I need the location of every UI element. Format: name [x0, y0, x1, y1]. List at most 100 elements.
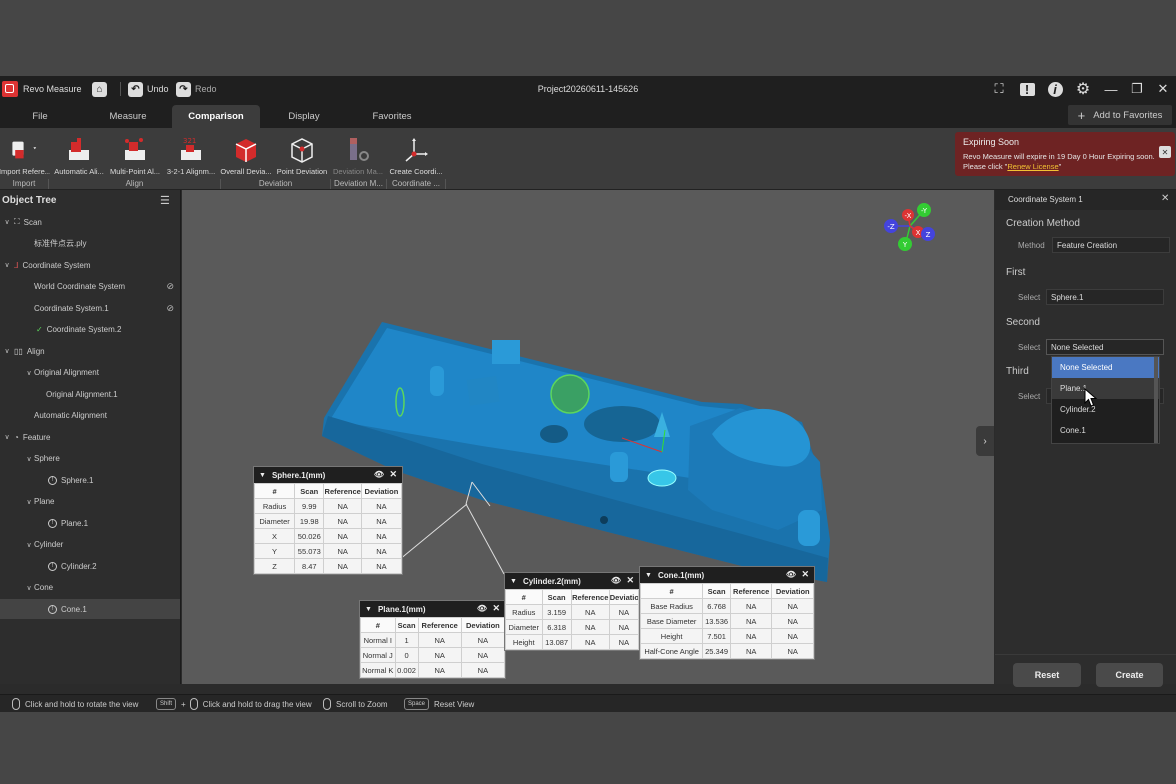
method-select[interactable]: Feature Creation: [1052, 237, 1170, 253]
close-window-button[interactable]: ✕: [1154, 80, 1172, 98]
info-button[interactable]: i: [1046, 80, 1064, 98]
eye-icon[interactable]: 👁: [477, 604, 487, 613]
tree-item[interactable]: ✓ Coordinate System.2: [0, 320, 180, 340]
close-icon[interactable]: ✕: [389, 469, 397, 480]
chevron-down-icon[interactable]: ∨: [2, 218, 12, 226]
tree-item[interactable]: Automatic Alignment: [0, 406, 180, 426]
second-select-dropdown[interactable]: None Selected Plane.1 Cylinder.2 Cone.1: [1051, 356, 1160, 444]
chevron-down-icon[interactable]: ∨: [24, 584, 34, 592]
import-reference-button[interactable]: Import Refere...: [0, 130, 50, 176]
cylinder-table[interactable]: ▼ Cylinder.2(mm) 👁 ✕ #ScanReferenceDeviation…: [504, 572, 640, 651]
tree-item[interactable]: ∨ Original Alignment: [0, 363, 180, 383]
settings-button[interactable]: ⚙: [1074, 80, 1092, 98]
screenshot-button[interactable]: ⛶: [990, 80, 1008, 98]
alignment-321-icon: 321: [177, 136, 205, 164]
point-deviation-button[interactable]: Point Deviation: [274, 130, 330, 176]
collapse-icon[interactable]: ▼: [365, 606, 372, 613]
collapse-icon[interactable]: ▼: [259, 472, 266, 479]
table-header[interactable]: ▼ Cone.1(mm) 👁 ✕: [640, 567, 814, 583]
alignment-321-button[interactable]: 321 3-2-1 Alignm...: [163, 130, 219, 176]
menu-bar: File Measure Comparison Display Favorite…: [0, 102, 1176, 128]
table-header[interactable]: ▼ Sphere.1(mm) 👁 ✕: [254, 467, 402, 483]
chevron-down-icon[interactable]: ∨: [24, 498, 34, 506]
tree-item[interactable]: ∨ ⛶ Scan: [0, 212, 180, 232]
tab-measure[interactable]: Measure: [88, 105, 168, 128]
app-name: Revo Measure: [23, 84, 82, 94]
first-select[interactable]: Sphere.1: [1046, 289, 1164, 305]
tree-item-label: Sphere: [34, 454, 60, 463]
collapse-icon[interactable]: ▼: [510, 578, 517, 585]
redo-button[interactable]: ↷ Redo: [176, 76, 217, 102]
deviation-map-button[interactable]: Deviation Ma...: [330, 130, 386, 176]
tree-item[interactable]: ∨ Sphere: [0, 449, 180, 469]
eye-icon[interactable]: 👁: [786, 570, 796, 579]
sphere-table[interactable]: ▼ Sphere.1(mm) 👁 ✕ # Scan Reference Deviation Ra…: [253, 466, 403, 575]
tree-item[interactable]: ∨ Cylinder: [0, 535, 180, 555]
sphere-feature[interactable]: [550, 374, 590, 414]
close-panel-button[interactable]: ✕: [1161, 193, 1169, 204]
tree-item[interactable]: Coordinate System.1 ⊘: [0, 298, 180, 318]
close-icon[interactable]: ✕: [626, 575, 634, 586]
feedback-button[interactable]: !: [1018, 80, 1036, 98]
tree-item[interactable]: ! Sphere.1: [0, 470, 180, 490]
tree-item[interactable]: ∨ Plane: [0, 492, 180, 512]
dropdown-option-plane[interactable]: Plane.1: [1052, 378, 1159, 399]
create-button[interactable]: Create: [1096, 663, 1163, 687]
chevron-down-icon[interactable]: ∨: [24, 369, 34, 377]
dropdown-option-cone[interactable]: Cone.1: [1052, 420, 1159, 441]
dropdown-option-cylinder[interactable]: Cylinder.2: [1052, 399, 1159, 420]
overall-deviation-button[interactable]: Overall Devia...: [219, 130, 273, 176]
create-coordinate-button[interactable]: Create Coordi...: [388, 130, 444, 176]
add-to-favorites-button[interactable]: + Add to Favorites: [1068, 105, 1172, 125]
minimize-button[interactable]: —: [1102, 80, 1120, 98]
automatic-alignment-button[interactable]: Automatic Ali...: [51, 130, 107, 176]
axis-gizmo[interactable]: -Y -X -Z X Z Y: [878, 198, 942, 254]
chevron-down-icon[interactable]: ∨: [2, 347, 12, 355]
eye-icon[interactable]: 👁: [374, 470, 384, 479]
tree-item[interactable]: World Coordinate System ⊘: [0, 277, 180, 297]
eye-icon[interactable]: 👁: [611, 576, 621, 585]
tree-item[interactable]: Original Alignment.1: [0, 384, 180, 404]
close-icon[interactable]: ✕: [492, 603, 500, 614]
home-button[interactable]: ⌂: [92, 76, 111, 102]
close-icon[interactable]: ✕: [801, 569, 809, 580]
tree-item[interactable]: ∨ ⅃ Coordinate System: [0, 255, 180, 275]
visibility-hidden-icon[interactable]: ⊘: [166, 303, 174, 314]
renew-license-link[interactable]: Renew License: [1007, 162, 1058, 171]
collapse-icon[interactable]: ▼: [645, 572, 652, 579]
tree-item[interactable]: 标准件点云.ply: [0, 234, 180, 254]
tree-item[interactable]: ∨ ▯▯ Align: [0, 341, 180, 361]
tree-item[interactable]: ! Cylinder.2: [0, 556, 180, 576]
dropdown-scrollbar[interactable]: [1154, 357, 1158, 443]
undo-button[interactable]: ↶ Undo: [128, 76, 169, 102]
tab-display[interactable]: Display: [264, 105, 344, 128]
close-notice-button[interactable]: ✕: [1159, 146, 1171, 158]
tab-comparison[interactable]: Comparison: [172, 105, 260, 128]
panel-toggle-button[interactable]: ›: [976, 426, 994, 456]
tab-favorites[interactable]: Favorites: [352, 105, 432, 128]
cone-table[interactable]: ▼ Cone.1(mm) 👁 ✕ # Scan Reference Deviation Base…: [639, 566, 815, 660]
chevron-down-icon[interactable]: ∨: [2, 261, 12, 269]
reset-button[interactable]: Reset: [1013, 663, 1081, 687]
plane-table[interactable]: ▼ Plane.1(mm) 👁 ✕ # Scan Reference Deviation Nor…: [359, 600, 506, 679]
multi-point-alignment-button[interactable]: Multi-Point Al...: [107, 130, 163, 176]
table-header[interactable]: ▼ Cylinder.2(mm) 👁 ✕: [505, 573, 639, 589]
tree-item[interactable]: ! Cone.1: [0, 599, 180, 619]
chevron-down-icon[interactable]: ∨: [24, 541, 34, 549]
tree-item[interactable]: ∨ Cone: [0, 578, 180, 598]
table-header[interactable]: ▼ Plane.1(mm) 👁 ✕: [360, 601, 505, 617]
undo-icon: ↶: [128, 81, 143, 97]
cylinder-feature[interactable]: [647, 469, 677, 487]
chevron-down-icon[interactable]: ∨: [24, 455, 34, 463]
chevron-down-icon[interactable]: ∨: [2, 433, 12, 441]
restore-button[interactable]: ❐: [1128, 80, 1146, 98]
visibility-hidden-icon[interactable]: ⊘: [166, 281, 174, 292]
tree-options-button[interactable]: ☰: [160, 194, 170, 207]
tab-file[interactable]: File: [0, 105, 80, 128]
table-row: Height 13.087 NA NA: [505, 634, 640, 650]
tree-item[interactable]: ! Plane.1: [0, 513, 180, 533]
table-cell: NA: [570, 619, 610, 635]
tree-item[interactable]: ∨ ◔ Feature: [0, 427, 180, 447]
second-select[interactable]: None Selected: [1046, 339, 1164, 355]
dropdown-option-none[interactable]: None Selected: [1052, 357, 1159, 378]
